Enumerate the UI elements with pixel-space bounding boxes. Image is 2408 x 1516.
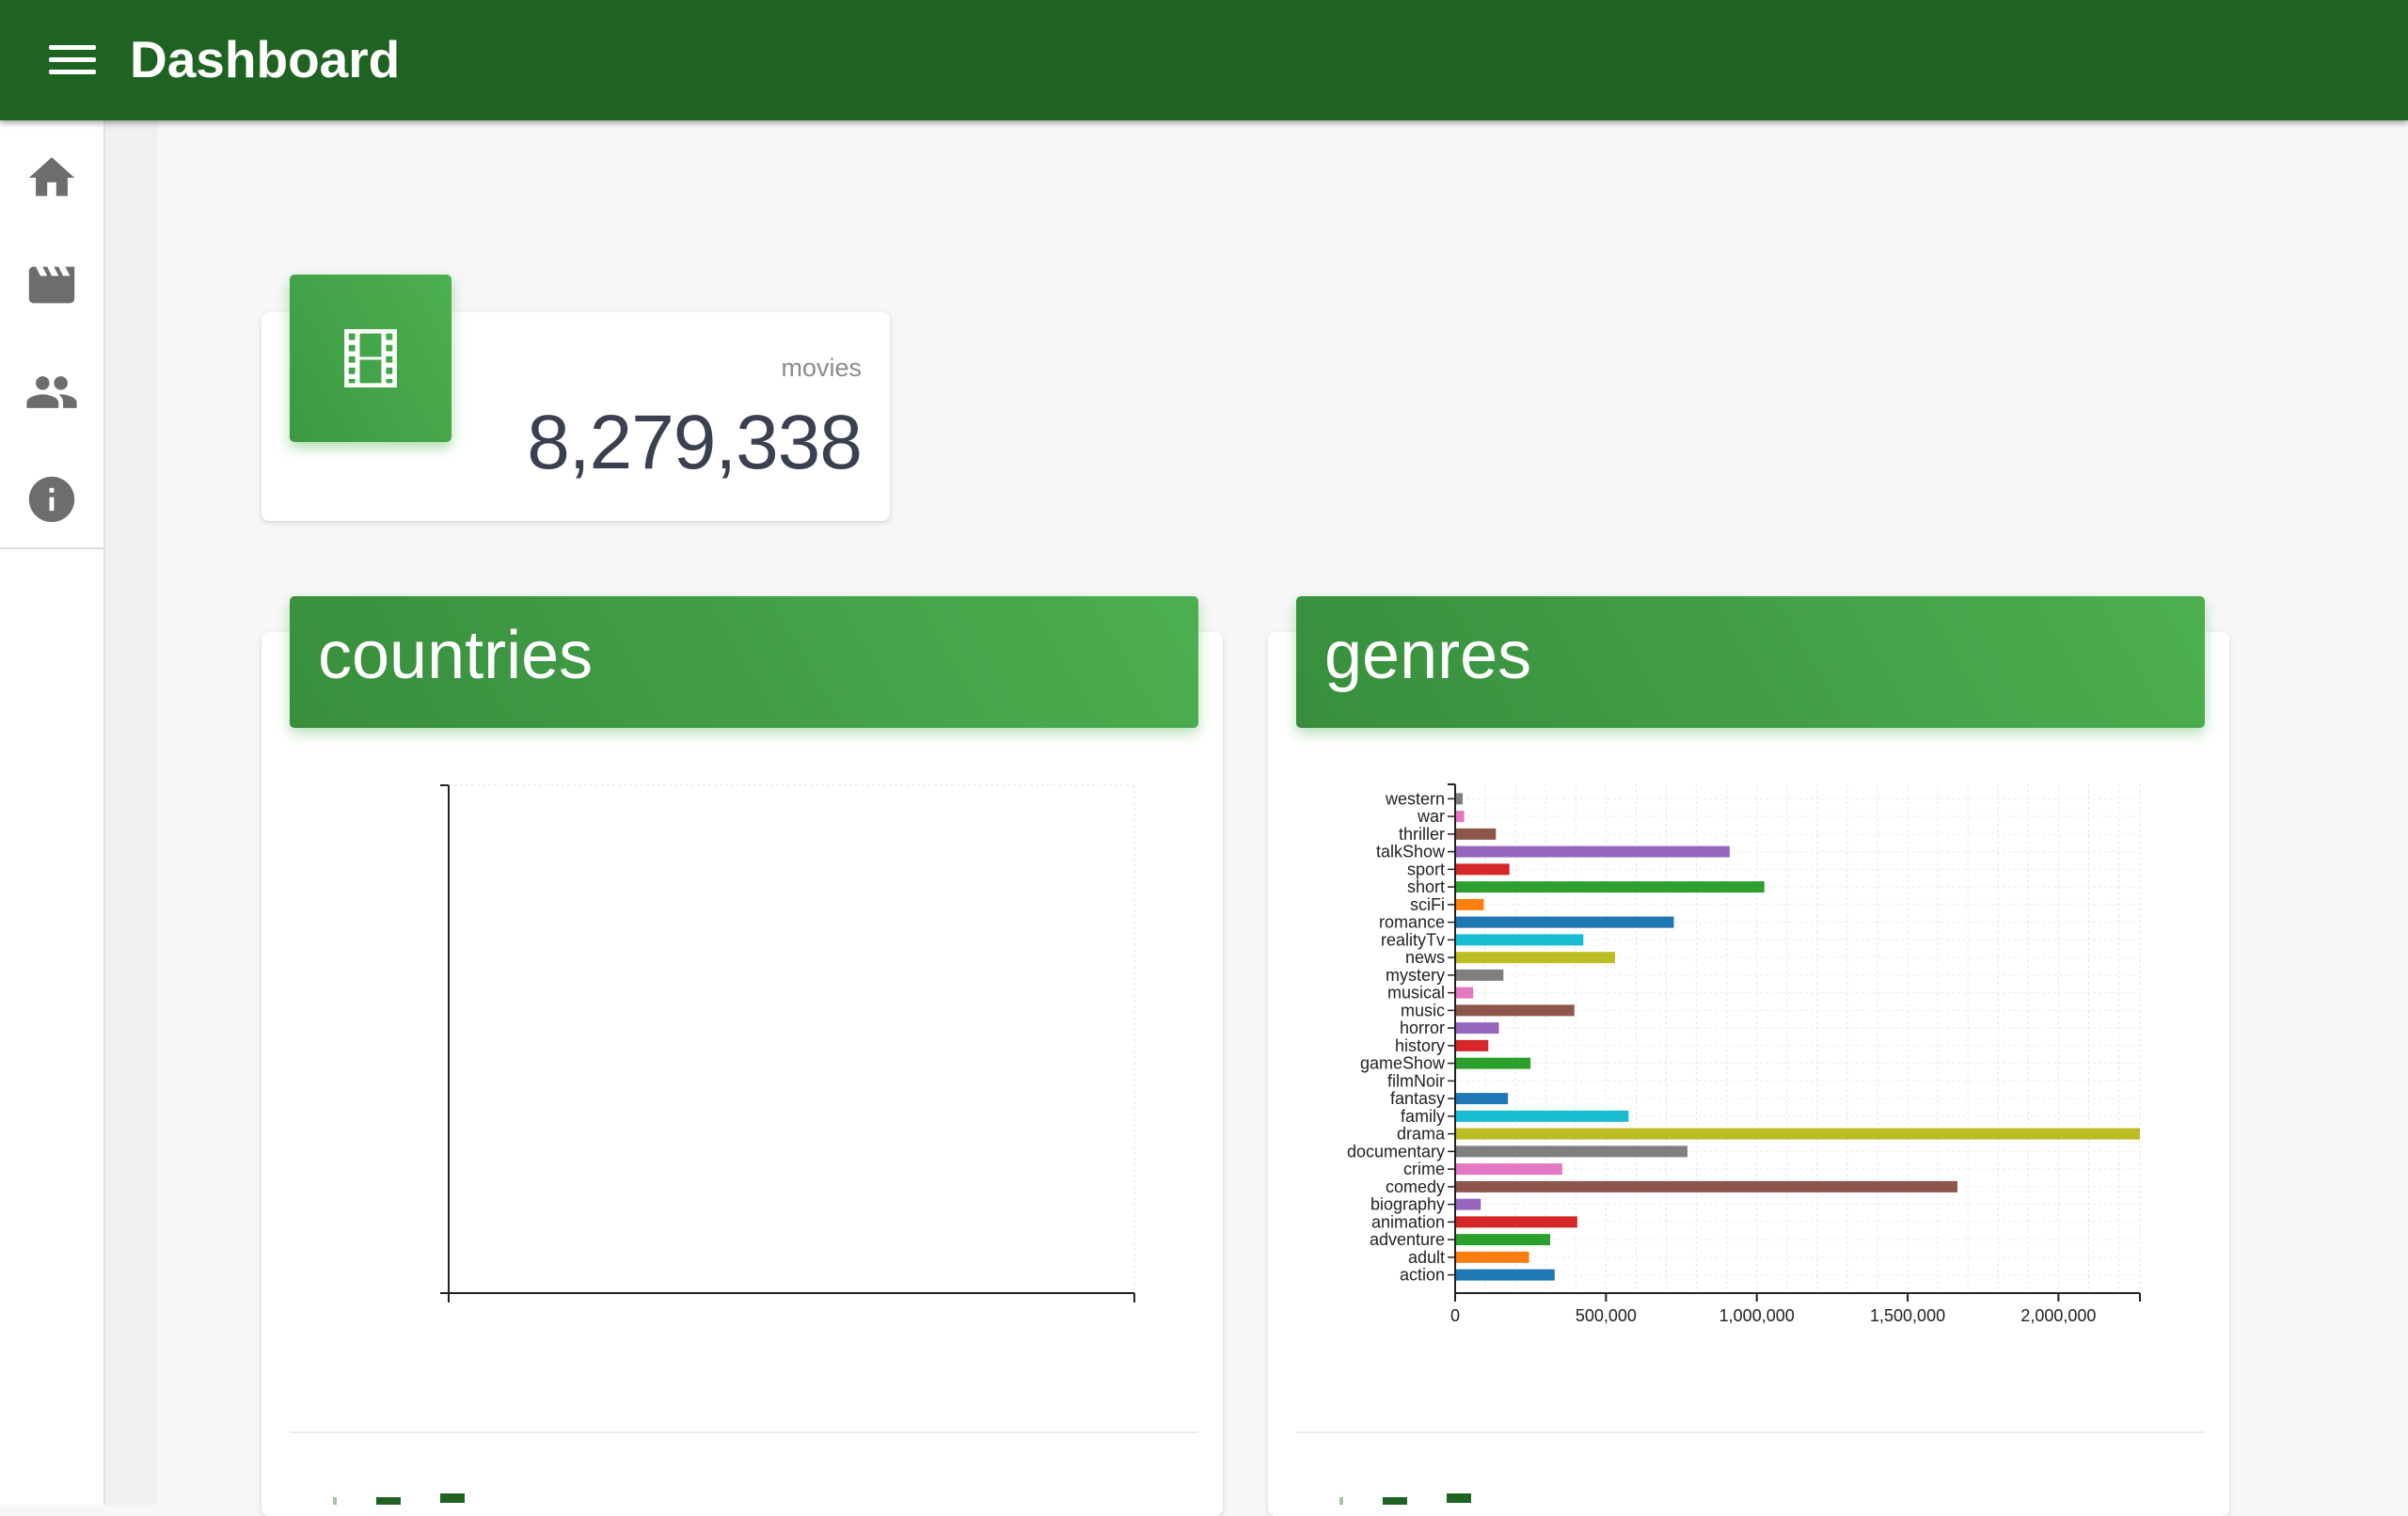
stat-icon-badge: [290, 275, 452, 442]
bar-family: [1455, 1110, 1629, 1122]
y-tick-label: music: [1401, 1001, 1445, 1019]
stat-value: 8,279,338: [527, 400, 863, 485]
sidebar: [0, 120, 105, 1505]
movie-clapper-icon: [28, 266, 75, 304]
y-tick-label: family: [1401, 1107, 1445, 1126]
bar-animation: [1455, 1216, 1577, 1228]
y-tick-label: western: [1385, 789, 1445, 808]
y-tick-label: documentary: [1347, 1142, 1445, 1161]
bar-adventure: [1455, 1234, 1551, 1246]
y-tick-label: talkShow: [1376, 843, 1446, 861]
y-tick-label: adult: [1408, 1248, 1445, 1267]
bar-adult: [1455, 1251, 1529, 1263]
countries-chart: [440, 784, 1135, 1303]
y-tick-label: gameShow: [1360, 1054, 1446, 1073]
bar-sciFi: [1455, 898, 1484, 910]
bar-crime: [1455, 1163, 1562, 1176]
x-tick-label: 1,500,000: [1870, 1306, 1945, 1325]
bar-drama: [1455, 1128, 2140, 1140]
y-tick-label: news: [1405, 948, 1445, 967]
y-tick-label: adventure: [1370, 1230, 1445, 1249]
y-tick-label: filmNoir: [1387, 1071, 1445, 1090]
y-tick-label: sciFi: [1410, 895, 1445, 914]
y-tick-label: animation: [1371, 1212, 1445, 1231]
genres-panel-header: genres: [1296, 596, 2205, 728]
home-icon: [28, 157, 75, 197]
people-icon: [26, 376, 77, 408]
y-tick-label: romance: [1379, 913, 1445, 932]
x-tick-label: 500,000: [1576, 1306, 1637, 1325]
y-tick-label: crime: [1403, 1160, 1445, 1178]
y-tick-label: thriller: [1399, 825, 1445, 844]
page-title: Dashboard: [130, 30, 401, 88]
bar-sport: [1455, 863, 1510, 876]
stat-label: movies: [781, 354, 862, 382]
y-tick-label: sport: [1407, 860, 1445, 878]
bar-gameShow: [1455, 1057, 1531, 1069]
bar-romance: [1455, 916, 1674, 928]
countries-panel-divider: [290, 1431, 1198, 1433]
bar-thriller: [1455, 828, 1497, 840]
app-bar: Dashboard: [0, 0, 2408, 120]
y-tick-label: biography: [1370, 1195, 1445, 1214]
y-tick-label: horror: [1400, 1019, 1445, 1037]
bar-biography: [1455, 1198, 1481, 1210]
y-tick-label: drama: [1397, 1125, 1446, 1144]
genres-panel-divider: [1296, 1431, 2205, 1433]
y-tick-label: comedy: [1386, 1177, 1445, 1196]
y-tick-label: action: [1400, 1266, 1445, 1285]
y-tick-label: realityTv: [1381, 930, 1445, 949]
film-icon: [344, 329, 397, 387]
x-tick-label: 0: [1450, 1306, 1460, 1325]
bar-war: [1455, 811, 1465, 823]
y-tick-label: mystery: [1386, 966, 1445, 985]
genres-title: genres: [1324, 618, 1532, 693]
countries-mini-icon: [333, 1492, 504, 1505]
bar-mystery: [1455, 969, 1504, 981]
genres-chart: westernwarthrillertalkShowsportshortsciF…: [1347, 783, 2141, 1325]
content-gutter: [105, 120, 158, 1505]
y-tick-label: fantasy: [1390, 1089, 1445, 1108]
y-tick-label: musical: [1387, 984, 1445, 1003]
bar-horror: [1455, 1022, 1499, 1034]
bar-short: [1455, 881, 1765, 893]
bar-talkShow: [1455, 845, 1730, 858]
bar-realityTv: [1455, 934, 1584, 946]
bar-news: [1455, 952, 1615, 964]
y-tick-label: short: [1407, 877, 1445, 896]
hamburger-menu-icon[interactable]: [49, 38, 100, 83]
nav-item-people[interactable]: [0, 340, 103, 444]
y-tick-label: history: [1395, 1036, 1445, 1055]
genres-mini-icon: [1339, 1492, 1511, 1505]
x-tick-label: 1,000,000: [1719, 1306, 1795, 1325]
nav-item-movies[interactable]: [0, 233, 103, 337]
countries-panel-header: countries: [290, 596, 1198, 728]
bar-western: [1455, 793, 1464, 805]
y-tick-label: war: [1417, 807, 1445, 826]
bar-documentary: [1455, 1145, 1687, 1158]
sidebar-divider: [0, 547, 103, 549]
bar-comedy: [1455, 1180, 1957, 1192]
x-tick-label: 2,000,000: [2020, 1306, 2096, 1325]
bar-action: [1455, 1269, 1555, 1281]
bar-history: [1455, 1039, 1489, 1051]
nav-item-info[interactable]: [0, 448, 103, 551]
info-icon: [28, 476, 75, 523]
countries-title: countries: [318, 618, 594, 693]
nav-item-home[interactable]: [0, 126, 103, 229]
bar-musical: [1455, 987, 1474, 999]
bar-music: [1455, 1004, 1575, 1017]
bar-fantasy: [1455, 1093, 1509, 1105]
